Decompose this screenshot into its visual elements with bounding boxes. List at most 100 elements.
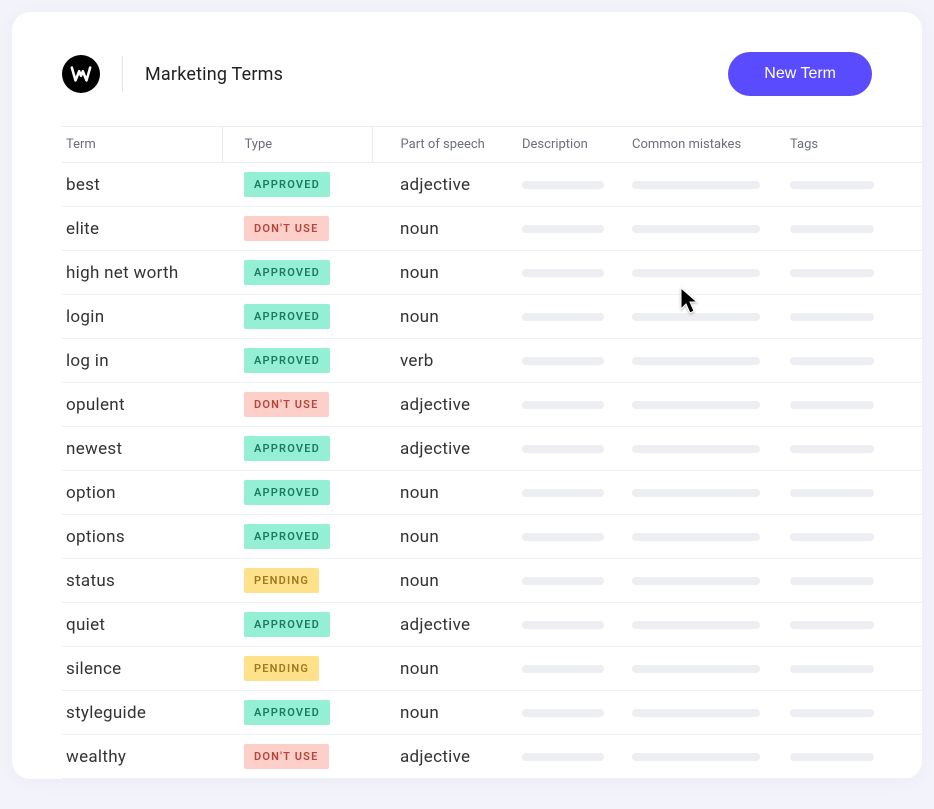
status-badge: APPROVED bbox=[244, 348, 330, 373]
placeholder-bar bbox=[522, 401, 604, 409]
part-of-speech-cell: noun bbox=[372, 251, 522, 295]
table-row[interactable]: log inAPPROVEDverb bbox=[62, 339, 922, 383]
term-cell: options bbox=[62, 515, 222, 559]
part-of-speech-cell: verb bbox=[372, 339, 522, 383]
table-row[interactable]: optionAPPROVEDnoun bbox=[62, 471, 922, 515]
tags-placeholder-cell bbox=[790, 295, 922, 339]
type-cell: APPROVED bbox=[222, 471, 372, 515]
desc-placeholder-cell bbox=[522, 427, 632, 471]
placeholder-bar bbox=[522, 225, 604, 233]
placeholder-bar bbox=[790, 577, 874, 585]
part-of-speech-cell: noun bbox=[372, 559, 522, 603]
table-row[interactable]: loginAPPROVEDnoun bbox=[62, 295, 922, 339]
placeholder-bar bbox=[790, 621, 874, 629]
status-badge: DON'T USE bbox=[244, 744, 329, 769]
table-row[interactable]: styleguideAPPROVEDnoun bbox=[62, 691, 922, 735]
column-header-type[interactable]: Type bbox=[222, 127, 372, 163]
terms-card: Marketing Terms New Term Term Type Part … bbox=[12, 12, 922, 779]
desc-placeholder-cell bbox=[522, 383, 632, 427]
placeholder-bar bbox=[632, 401, 760, 409]
tags-placeholder-cell bbox=[790, 735, 922, 779]
placeholder-bar bbox=[632, 621, 760, 629]
placeholder-bar bbox=[632, 313, 760, 321]
part-of-speech-cell: adjective bbox=[372, 163, 522, 207]
mist-placeholder-cell bbox=[632, 251, 790, 295]
placeholder-bar bbox=[632, 753, 760, 761]
placeholder-bar bbox=[790, 445, 874, 453]
placeholder-bar bbox=[522, 181, 604, 189]
table-row[interactable]: silencePENDINGnoun bbox=[62, 647, 922, 691]
column-header-term[interactable]: Term bbox=[62, 127, 222, 163]
placeholder-bar bbox=[790, 225, 874, 233]
placeholder-bar bbox=[632, 709, 760, 717]
part-of-speech-cell: adjective bbox=[372, 427, 522, 471]
part-of-speech-cell: noun bbox=[372, 647, 522, 691]
status-badge: APPROVED bbox=[244, 612, 330, 637]
placeholder-bar bbox=[522, 357, 604, 365]
tags-placeholder-cell bbox=[790, 383, 922, 427]
page-title: Marketing Terms bbox=[145, 64, 283, 85]
placeholder-bar bbox=[632, 269, 760, 277]
desc-placeholder-cell bbox=[522, 603, 632, 647]
status-badge: DON'T USE bbox=[244, 392, 329, 417]
placeholder-bar bbox=[790, 533, 874, 541]
table-row[interactable]: eliteDON'T USEnoun bbox=[62, 207, 922, 251]
desc-placeholder-cell bbox=[522, 471, 632, 515]
table-row[interactable]: newestAPPROVEDadjective bbox=[62, 427, 922, 471]
table-row[interactable]: optionsAPPROVEDnoun bbox=[62, 515, 922, 559]
term-cell: status bbox=[62, 559, 222, 603]
type-cell: APPROVED bbox=[222, 427, 372, 471]
table-row[interactable]: high net worthAPPROVEDnoun bbox=[62, 251, 922, 295]
placeholder-bar bbox=[790, 357, 874, 365]
mist-placeholder-cell bbox=[632, 207, 790, 251]
part-of-speech-cell: noun bbox=[372, 471, 522, 515]
column-header-common-mistakes[interactable]: Common mistakes bbox=[632, 127, 790, 163]
type-cell: APPROVED bbox=[222, 251, 372, 295]
placeholder-bar bbox=[522, 489, 604, 497]
column-header-part-of-speech[interactable]: Part of speech bbox=[372, 127, 522, 163]
tags-placeholder-cell bbox=[790, 251, 922, 295]
term-cell: option bbox=[62, 471, 222, 515]
column-header-description[interactable]: Description bbox=[522, 127, 632, 163]
type-cell: PENDING bbox=[222, 647, 372, 691]
status-badge: APPROVED bbox=[244, 436, 330, 461]
column-header-tags[interactable]: Tags bbox=[790, 127, 922, 163]
new-term-button[interactable]: New Term bbox=[728, 52, 872, 96]
part-of-speech-cell: adjective bbox=[372, 383, 522, 427]
tags-placeholder-cell bbox=[790, 691, 922, 735]
type-cell: PENDING bbox=[222, 559, 372, 603]
table-row[interactable]: status PENDING noun bbox=[62, 559, 922, 603]
desc-placeholder-cell bbox=[522, 691, 632, 735]
term-cell: wealthy bbox=[62, 735, 222, 779]
mist-placeholder-cell bbox=[632, 163, 790, 207]
placeholder-bar bbox=[632, 533, 760, 541]
desc-placeholder-cell bbox=[522, 295, 632, 339]
type-cell: DON'T USE bbox=[222, 735, 372, 779]
tags-placeholder-cell bbox=[790, 647, 922, 691]
status-badge: APPROVED bbox=[244, 700, 330, 725]
placeholder-bar bbox=[522, 577, 604, 585]
desc-placeholder-cell bbox=[522, 207, 632, 251]
part-of-speech-cell: noun bbox=[372, 691, 522, 735]
placeholder-bar bbox=[522, 533, 604, 541]
header-left: Marketing Terms bbox=[62, 55, 283, 93]
type-cell: APPROVED bbox=[222, 339, 372, 383]
mist-placeholder-cell bbox=[632, 603, 790, 647]
tags-placeholder-cell bbox=[790, 163, 922, 207]
table-row[interactable]: opulentDON'T USEadjective bbox=[62, 383, 922, 427]
placeholder-bar bbox=[790, 709, 874, 717]
placeholder-bar bbox=[522, 665, 604, 673]
placeholder-bar bbox=[522, 753, 604, 761]
table-row[interactable]: wealthyDON'T USEadjective bbox=[62, 735, 922, 779]
status-badge: PENDING bbox=[244, 568, 319, 593]
placeholder-bar bbox=[790, 753, 874, 761]
table-row[interactable]: quietAPPROVEDadjective bbox=[62, 603, 922, 647]
tags-placeholder-cell bbox=[790, 515, 922, 559]
placeholder-bar bbox=[790, 269, 874, 277]
brand-logo-icon bbox=[62, 55, 100, 93]
table-row[interactable]: bestAPPROVEDadjective bbox=[62, 163, 922, 207]
mist-placeholder-cell bbox=[632, 295, 790, 339]
mist-placeholder-cell bbox=[632, 647, 790, 691]
header-divider bbox=[122, 56, 123, 92]
mist-placeholder-cell bbox=[632, 427, 790, 471]
